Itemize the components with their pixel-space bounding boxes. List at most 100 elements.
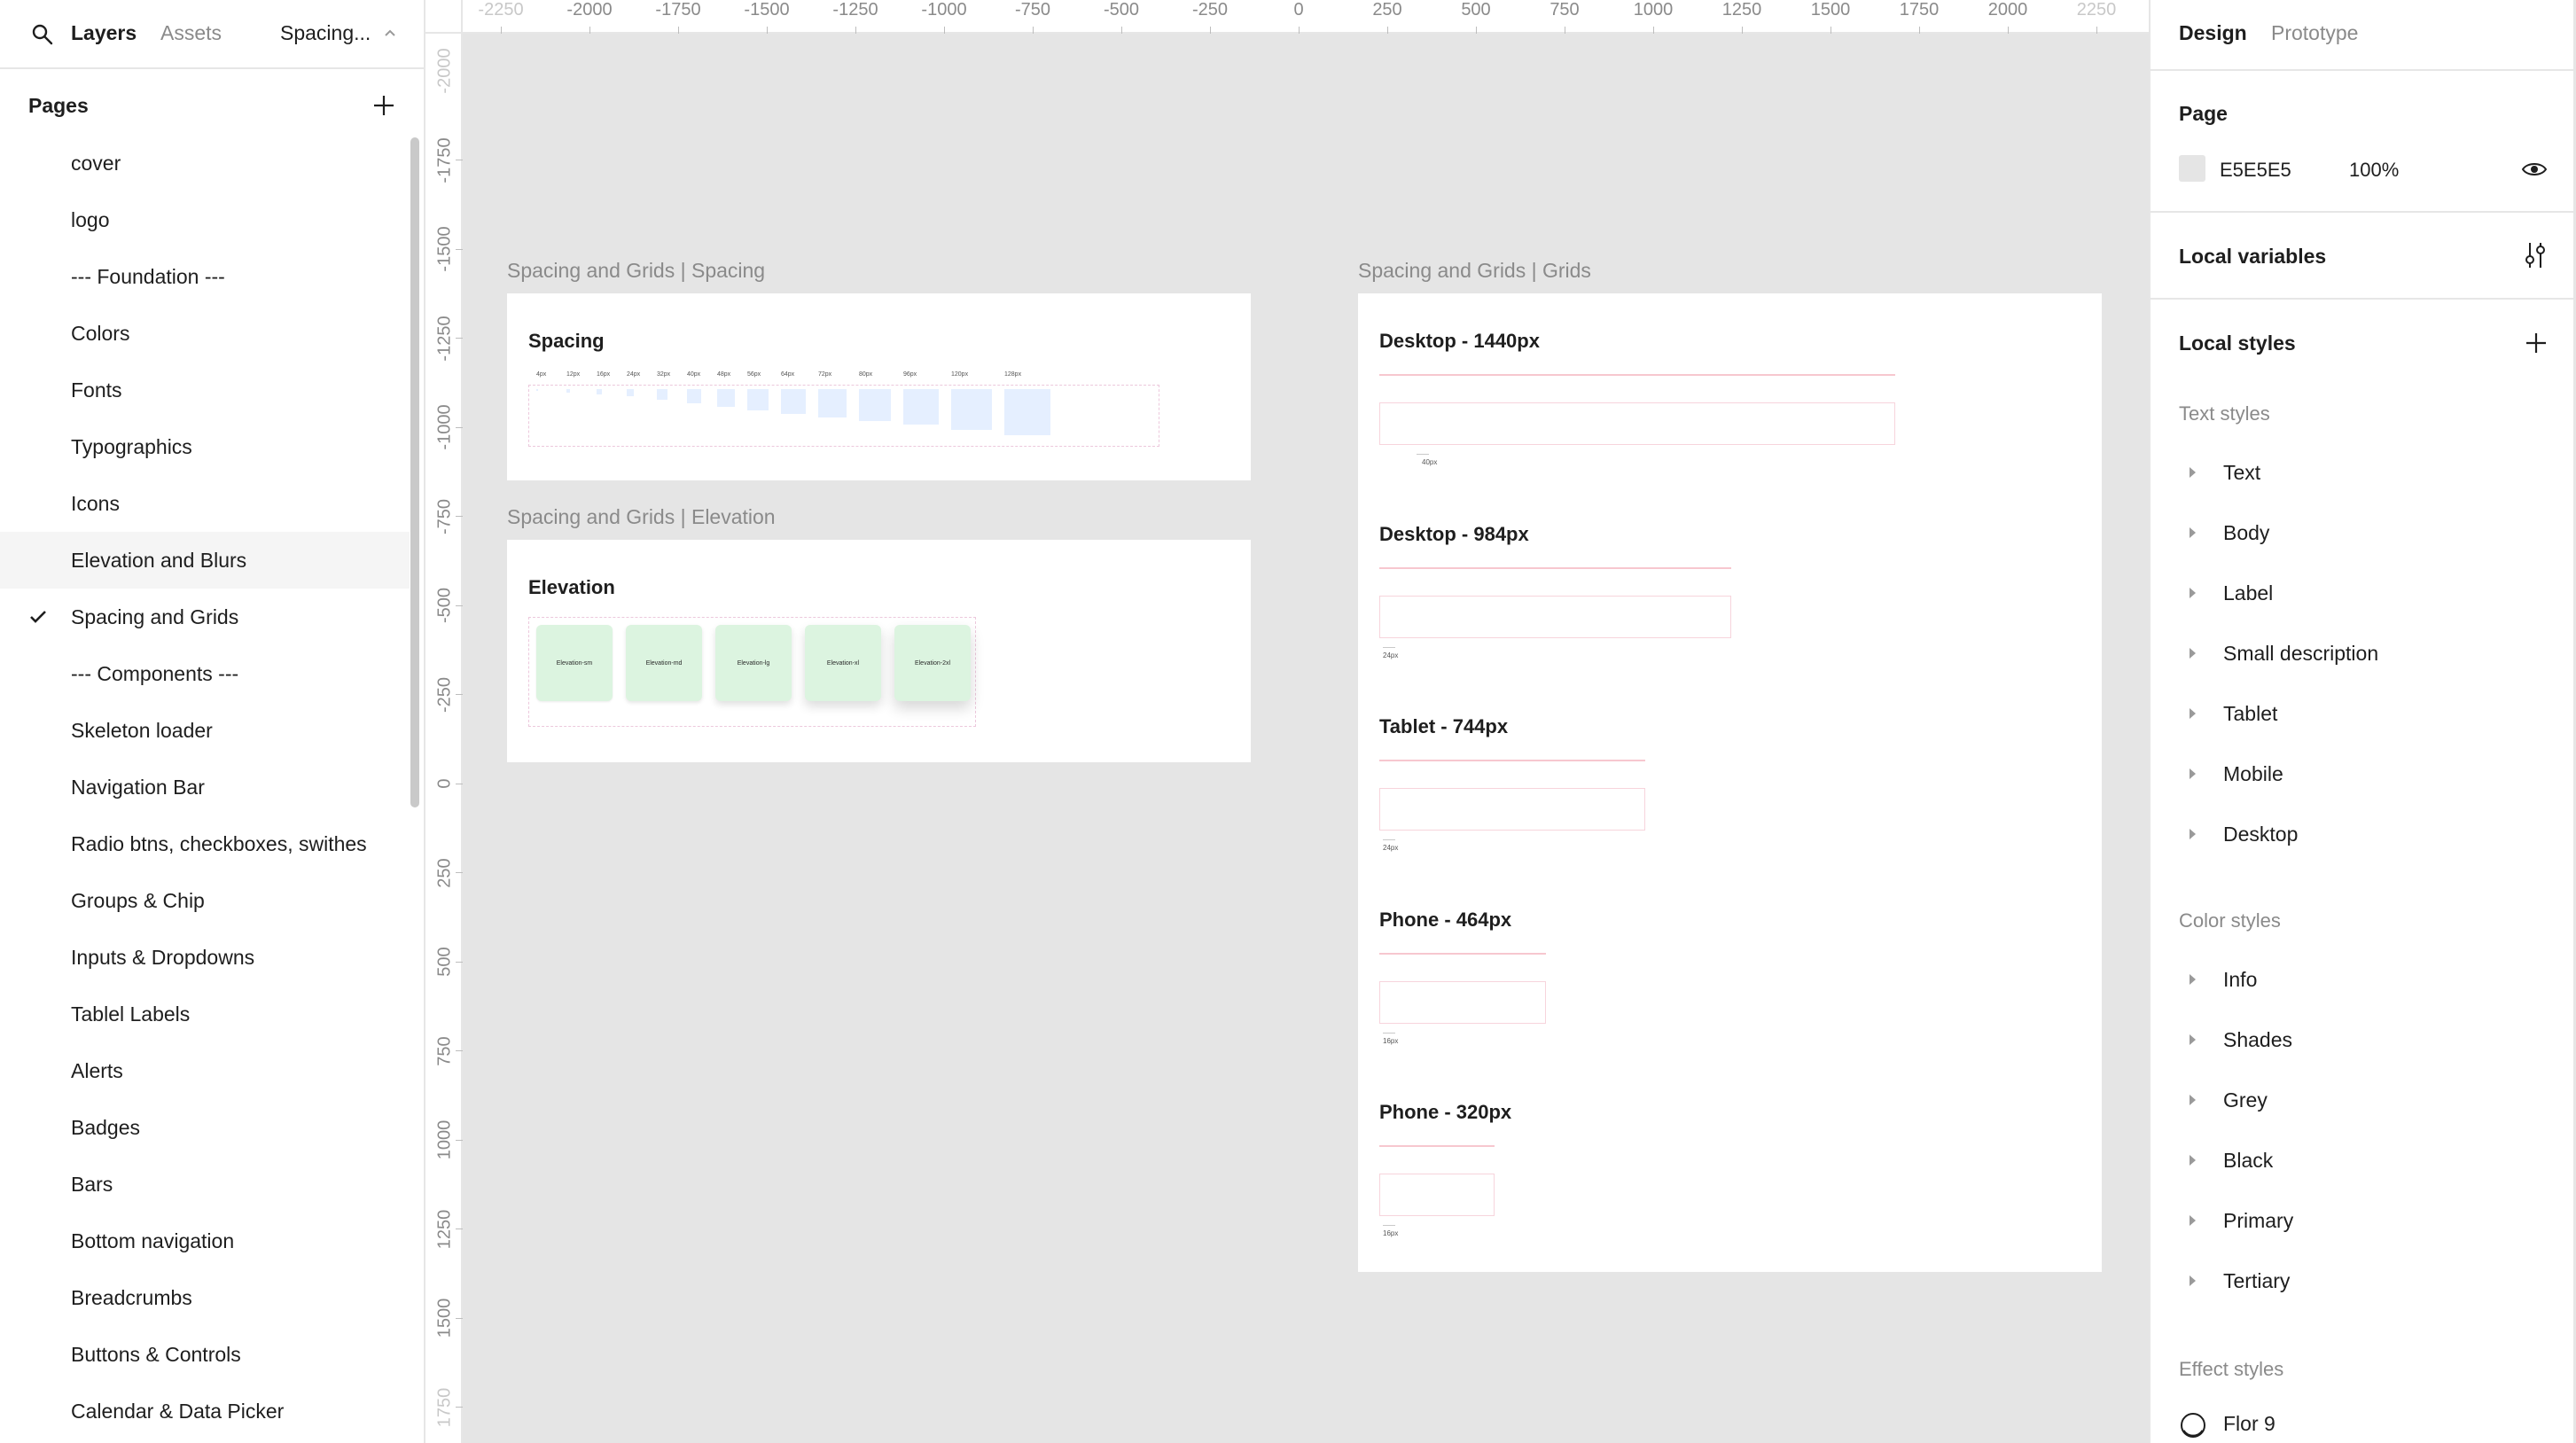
page-label: Navigation Bar [71,776,205,799]
text-style-item[interactable]: Small description [2151,636,2576,672]
chevron-up-icon[interactable] [383,27,397,39]
ruler-tick [456,872,463,873]
page-list-item[interactable]: Skeleton loader [0,702,410,759]
page-label: cover [71,152,121,175]
expand-triangle-icon[interactable] [2190,1155,2196,1166]
grid-preview-box [1379,788,1645,831]
page-list-item[interactable]: Tablel Labels [0,986,410,1042]
spacing-label: 120px [951,371,969,378]
elevation-frame-title[interactable]: Spacing and Grids | Elevation [507,505,776,529]
design-canvas[interactable]: -2250 -2000 -1750 -1500 -1250 -1000 -750 -500 -2… [425,0,2149,1443]
expand-triangle-icon[interactable] [2190,708,2196,719]
elevation-card-label: Elevation-xl [826,660,860,667]
page-list-item[interactable]: Bottom navigation [0,1213,410,1269]
ruler-corner [425,0,463,34]
spacing-frame-title[interactable]: Spacing and Grids | Spacing [507,259,765,283]
grid-margin-marker [1383,839,1395,840]
ruler-tick [456,338,463,339]
expand-triangle-icon[interactable] [2190,1215,2196,1226]
page-list-item[interactable]: Breadcrumbs [0,1269,410,1326]
page-label: Inputs & Dropdowns [71,946,255,969]
ruler-label: 1000 [1633,0,1674,20]
variables-settings-icon[interactable] [2523,240,2548,270]
spacing-frame[interactable]: Spacing 4px 12px 16px 24px 32px 40px 48px 56px 6… [507,293,1251,480]
ruler-label: -250 [1191,0,1229,20]
page-list-item[interactable]: logo [0,191,410,248]
page-list-item[interactable]: --- Components --- [0,645,410,702]
add-style-icon[interactable] [2523,330,2549,356]
color-style-item[interactable]: Shades [2151,1023,2576,1058]
spacing-label: 32px [657,371,671,378]
expand-triangle-icon[interactable] [2190,648,2196,659]
grids-frame[interactable]: Desktop - 1440px 40px Desktop - 984px 24px T… [1358,293,2102,1272]
ruler-label: 500 [1461,0,1491,20]
local-variables-section[interactable]: Local variables [2151,213,2576,300]
text-style-item[interactable]: Label [2151,576,2576,612]
expand-triangle-icon[interactable] [2190,768,2196,779]
style-label: Label [2223,581,2274,604]
ruler-label: 1500 [434,1298,455,1338]
page-color-opacity[interactable]: 100% [2349,159,2399,182]
tab-assets[interactable]: Assets [160,21,222,45]
color-style-item[interactable]: Info [2151,963,2576,998]
color-style-item[interactable]: Primary [2151,1204,2576,1239]
ruler-label: 1500 [1810,0,1851,20]
text-style-item[interactable]: Body [2151,516,2576,551]
expand-triangle-icon[interactable] [2190,829,2196,839]
text-style-item[interactable]: Mobile [2151,757,2576,792]
spacing-label: 80px [859,371,873,378]
color-style-item[interactable]: Grey [2151,1083,2576,1119]
expand-triangle-icon[interactable] [2190,1275,2196,1286]
page-list-item[interactable]: Inputs & Dropdowns [0,929,410,986]
page-list-item[interactable]: Calendar & Data Picker [0,1383,410,1439]
page-list-item[interactable]: Badges [0,1099,410,1156]
page-list-item[interactable]: Groups & Chip [0,872,410,929]
effect-style-item[interactable]: Flor 9 [2151,1406,2576,1441]
grids-frame-title[interactable]: Spacing and Grids | Grids [1358,259,1591,283]
elevation-card: Elevation-xl [805,625,881,701]
ruler-tick [456,961,463,963]
page-color-hex[interactable]: E5E5E5 [2220,159,2291,182]
ruler-label: 750 [434,1035,455,1066]
expand-triangle-icon[interactable] [2190,467,2196,478]
current-page-dropdown[interactable]: Spacing... [280,21,371,45]
elevation-frame[interactable]: Elevation Elevation-sm Elevation-md Elevat… [507,540,1251,762]
spacing-label: 40px [687,371,701,378]
tab-design[interactable]: Design [2179,21,2247,45]
grid-margin-note: 16px [1383,1036,1399,1045]
expand-triangle-icon[interactable] [2190,1095,2196,1105]
expand-triangle-icon[interactable] [2190,1034,2196,1045]
page-list-item[interactable]: Radio btns, checkboxes, swithes [0,815,410,872]
page-list-scrollbar[interactable] [410,137,419,807]
page-list-item[interactable]: Alerts [0,1042,410,1099]
color-style-item[interactable]: Tertiary [2151,1264,2576,1299]
ruler-label: -500 [1103,0,1140,20]
page-list-item[interactable]: Navigation Bar [0,759,410,815]
page-list-item[interactable]: Spacing and Grids [0,589,410,645]
text-style-item[interactable]: Desktop [2151,817,2576,853]
page-list-item[interactable]: Colors [0,305,410,362]
pages-title: Pages [28,94,89,117]
expand-triangle-icon[interactable] [2190,588,2196,598]
page-list-item[interactable]: Icons [0,475,410,532]
search-icon[interactable] [30,22,55,47]
page-list-item[interactable]: --- Foundation --- [0,248,410,305]
page-list-item[interactable]: cover [0,135,410,191]
page-color-swatch[interactable] [2179,155,2205,182]
page-list-item[interactable]: Typographics [0,418,410,475]
expand-triangle-icon[interactable] [2190,974,2196,985]
text-style-item[interactable]: Tablet [2151,697,2576,732]
expand-triangle-icon[interactable] [2190,527,2196,538]
page-list-item[interactable]: Fonts [0,362,410,418]
eye-icon[interactable] [2521,159,2548,180]
add-page-icon[interactable] [371,92,397,119]
page-list-item[interactable]: Elevation and Blurs [0,532,410,589]
page-label: Tablel Labels [71,1002,191,1026]
page-list-item[interactable]: Bars [0,1156,410,1213]
effect-style-icon [2181,1413,2205,1438]
page-list-item[interactable]: Buttons & Controls [0,1326,410,1383]
text-style-item[interactable]: Text [2151,456,2576,491]
tab-prototype[interactable]: Prototype [2271,21,2358,45]
color-style-item[interactable]: Black [2151,1143,2576,1179]
tab-layers[interactable]: Layers [71,21,137,45]
